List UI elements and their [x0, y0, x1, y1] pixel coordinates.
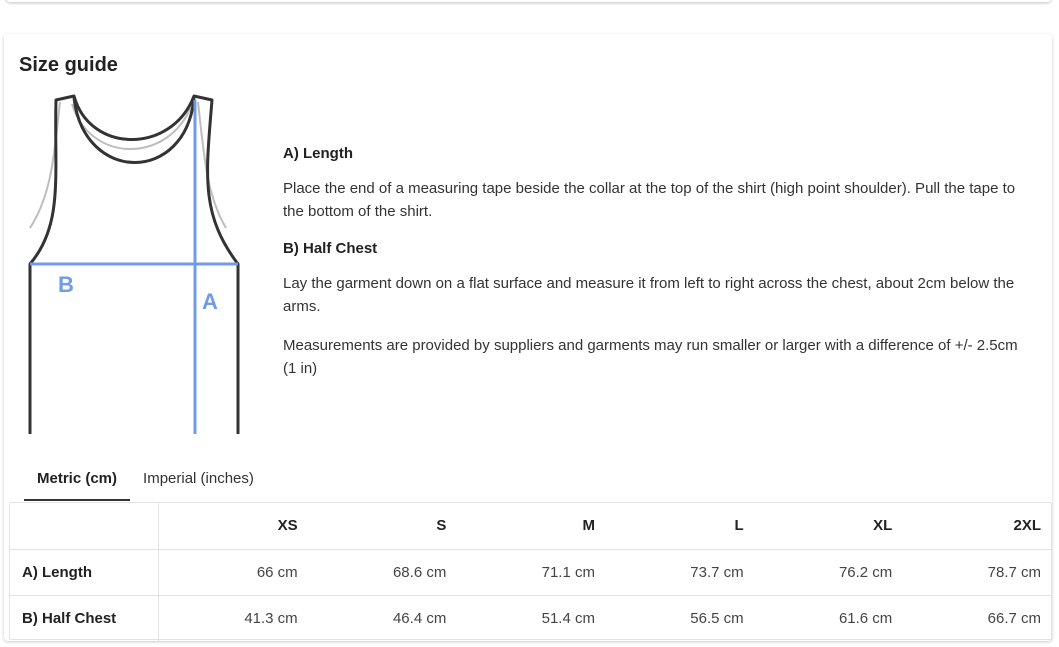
measurement-description: A) Length Place the end of a measuring t… [283, 144, 1033, 396]
table-cell: 76.2 cm [753, 549, 903, 596]
size-guide-card: Size guide B A A) Length Place the end o… [4, 34, 1052, 641]
table-cell: 41.3 cm [244, 609, 298, 627]
table-cell: 66.7 cm [987, 609, 1041, 627]
chest-heading: B) Half Chest [283, 240, 378, 257]
row-label: A) Length [10, 549, 159, 596]
measurement-note: Measurements are provided by suppliers a… [283, 337, 1018, 377]
table-corner [10, 503, 159, 550]
size-header: M [456, 503, 605, 550]
row-label: B) Half Chest [10, 595, 159, 641]
table-cell: 56.5 cm [690, 609, 744, 627]
label-b: B [58, 272, 74, 297]
length-text: Place the end of a measuring tape beside… [283, 180, 1016, 220]
table-cell: 51.4 cm [541, 609, 595, 627]
label-a: A [202, 289, 218, 314]
table-cell: 61.6 cm [838, 609, 893, 627]
size-header: 2XL [902, 503, 1051, 550]
tank-top-icon: B A [28, 94, 240, 434]
table-cell: 71.1 cm [456, 549, 605, 596]
table-cell: 46.4 cm [392, 609, 447, 627]
table-cell: 73.7 cm [604, 549, 754, 596]
previous-card [6, 0, 1051, 2]
length-heading: A) Length [283, 145, 353, 162]
table-header-row: XS S M L XL 2XL [10, 503, 1051, 550]
size-table: XS S M L XL 2XL A) Length 66 cm 68.6 cm … [9, 502, 1052, 641]
page-title: Size guide [19, 54, 118, 76]
tab-imperial[interactable]: Imperial (inches) [130, 459, 267, 501]
size-header: L [604, 503, 754, 550]
size-header: XS [158, 503, 308, 550]
size-header: S [307, 503, 457, 550]
table-row: B) Half Chest 41.3 cm 46.4 cm 51.4 cm 56… [10, 595, 1051, 641]
chest-text: Lay the garment down on a flat surface a… [283, 275, 1015, 315]
table-cell: 78.7 cm [902, 549, 1051, 596]
unit-tabs: Metric (cm) Imperial (inches) [24, 459, 267, 501]
table-cell: 66 cm [158, 549, 308, 596]
table-cell: 68.6 cm [307, 549, 457, 596]
size-header: XL [753, 503, 903, 550]
table-row: A) Length 66 cm 68.6 cm 71.1 cm 73.7 cm … [10, 549, 1051, 596]
tab-metric[interactable]: Metric (cm) [24, 459, 131, 501]
